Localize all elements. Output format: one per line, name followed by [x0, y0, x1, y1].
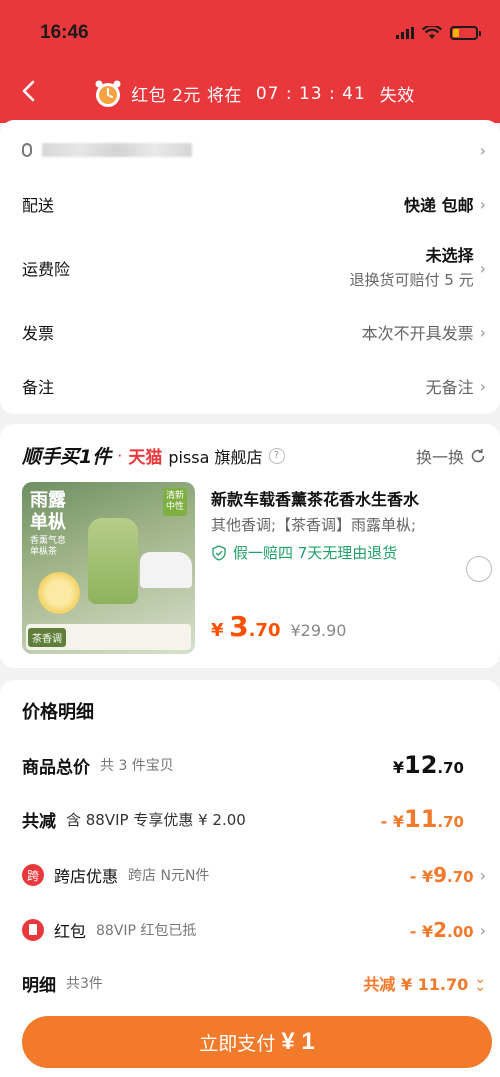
chevron-right-icon: ›	[479, 140, 486, 160]
tmall-logo: 天猫	[128, 448, 163, 468]
reduce-amount: - ¥11.70	[380, 805, 464, 833]
red-packet-icon	[22, 919, 44, 941]
refresh-icon	[471, 448, 485, 462]
swap-button[interactable]: 换一换	[416, 444, 486, 468]
chevron-right-icon: ›	[479, 865, 486, 885]
redpacket-timer: 红包 2元 将在 07 : 13 : 41 失效	[93, 79, 415, 109]
invoice-value: 本次不开具发票	[361, 324, 474, 343]
remark-label: 备注	[22, 378, 55, 397]
insurance-value: 未选择	[425, 246, 474, 265]
price-detail-card: 价格明细 商品总价 共 3 件宝贝 ¥12.70 共减 含 88VIP 专享优惠…	[0, 680, 500, 1077]
product-image[interactable]: 雨露 单枞 香薰气息 单枞茶 清新 中性 茶香调	[22, 482, 195, 654]
car-graphic	[140, 552, 192, 588]
goods-total-amount: ¥12.70	[392, 751, 464, 779]
insurance-row[interactable]: 运费险 未选择 退换货可赔付 5 元 ›	[22, 242, 486, 294]
header: 16:46 红包 2元 将在 07 : 13: 41 失效	[0, 0, 500, 123]
product-spec[interactable]: 其他香调;【茶香调】雨露单枞;	[211, 514, 451, 535]
remark-value: 无备注	[425, 378, 474, 397]
detail-total: 共减 ¥ 11.70	[363, 975, 469, 994]
shield-check-icon	[212, 544, 226, 561]
chevron-right-icon: ›	[479, 322, 486, 342]
insurance-label: 运费险	[22, 260, 71, 279]
detail-row[interactable]: 明细 共3件 共减 ¥ 11.70 ⌄ ⌄	[22, 968, 486, 998]
status-time: 16:46	[40, 22, 89, 43]
wifi-icon	[422, 26, 442, 39]
cross-store-amount: - ¥9.70	[409, 863, 474, 887]
help-icon[interactable]: ?	[268, 447, 285, 464]
order-info-card: › 配送 快递 包邮 › 运费险 未选择 退换货可赔付 5 元 › 发票 本次不开…	[0, 120, 500, 414]
delivery-label: 配送	[22, 196, 55, 215]
chevron-right-icon: ›	[479, 920, 486, 940]
bottle-graphic	[88, 518, 138, 604]
shunshou-logo: 顺手买1件	[22, 446, 112, 468]
addon-product-card: 顺手买1件 · 天猫 pissa 旗舰店 ? 换一换 雨露 单枞 香薰气息 单枞茶 …	[0, 424, 500, 668]
invoice-label: 发票	[22, 324, 55, 343]
price-detail-title: 价格明细	[22, 702, 94, 723]
timer-count: 07 : 13 : 41	[255, 83, 366, 104]
delivery-value: 快递 包邮	[404, 196, 474, 215]
store-name[interactable]: pissa 旗舰店	[168, 444, 262, 468]
goods-total-row: 商品总价 共 3 件宝贝 ¥12.70	[22, 751, 464, 779]
delivery-row[interactable]: 配送 快递 包邮 ›	[22, 190, 486, 218]
chevron-right-icon: ›	[479, 376, 486, 396]
select-radio[interactable]	[466, 556, 492, 582]
store-row: 顺手买1件 · 天猫 pissa 旗舰店 ? 换一换	[22, 442, 486, 469]
original-price: ¥29.90	[290, 621, 347, 640]
pay-now-button[interactable]: 立即支付 ¥ 1	[22, 1016, 492, 1068]
location-icon	[22, 143, 32, 157]
redpacket-row[interactable]: 红包 88VIP 红包已抵 - ¥2.00 ›	[22, 915, 486, 945]
nav-bar: 红包 2元 将在 07 : 13 : 41 失效	[0, 64, 500, 123]
chevron-right-icon: ›	[479, 258, 486, 278]
insurance-note: 退换货可赔付 5 元	[349, 271, 474, 289]
address-blurred	[42, 143, 192, 157]
lemon-graphic	[38, 572, 80, 614]
redpacket-amount: - ¥2.00	[409, 918, 474, 942]
status-bar: 16:46	[0, 0, 500, 64]
cross-store-icon: 跨	[22, 864, 44, 886]
invoice-row[interactable]: 发票 本次不开具发票 ›	[22, 318, 486, 346]
cross-store-row[interactable]: 跨 跨店优惠 跨店 N元N件 - ¥9.70 ›	[22, 860, 486, 890]
battery-icon	[450, 26, 481, 40]
chevron-right-icon: ›	[479, 194, 486, 214]
timer-suffix: 失效	[379, 86, 415, 106]
address-row[interactable]: ›	[22, 136, 486, 164]
remark-row[interactable]: 备注 无备注 ›	[22, 372, 486, 400]
product-price: ¥ 3.70	[211, 610, 281, 643]
price-row: ¥ 3.70 ¥29.90	[211, 610, 346, 643]
reduce-row: 共减 含 88VIP 专享优惠 ¥ 2.00 - ¥11.70	[22, 805, 464, 833]
double-chevron-down-icon[interactable]: ⌄ ⌄	[474, 972, 486, 994]
guarantee-badge: 假一赔四 7天无理由退货	[211, 542, 397, 563]
product-title[interactable]: 新款车载香薰茶花香水生香水	[211, 486, 487, 510]
status-icons	[396, 26, 481, 40]
timer-prefix: 红包 2元 将在	[131, 86, 242, 106]
signal-icon	[396, 27, 414, 39]
alarm-clock-icon	[95, 80, 121, 107]
back-button[interactable]	[16, 78, 42, 104]
